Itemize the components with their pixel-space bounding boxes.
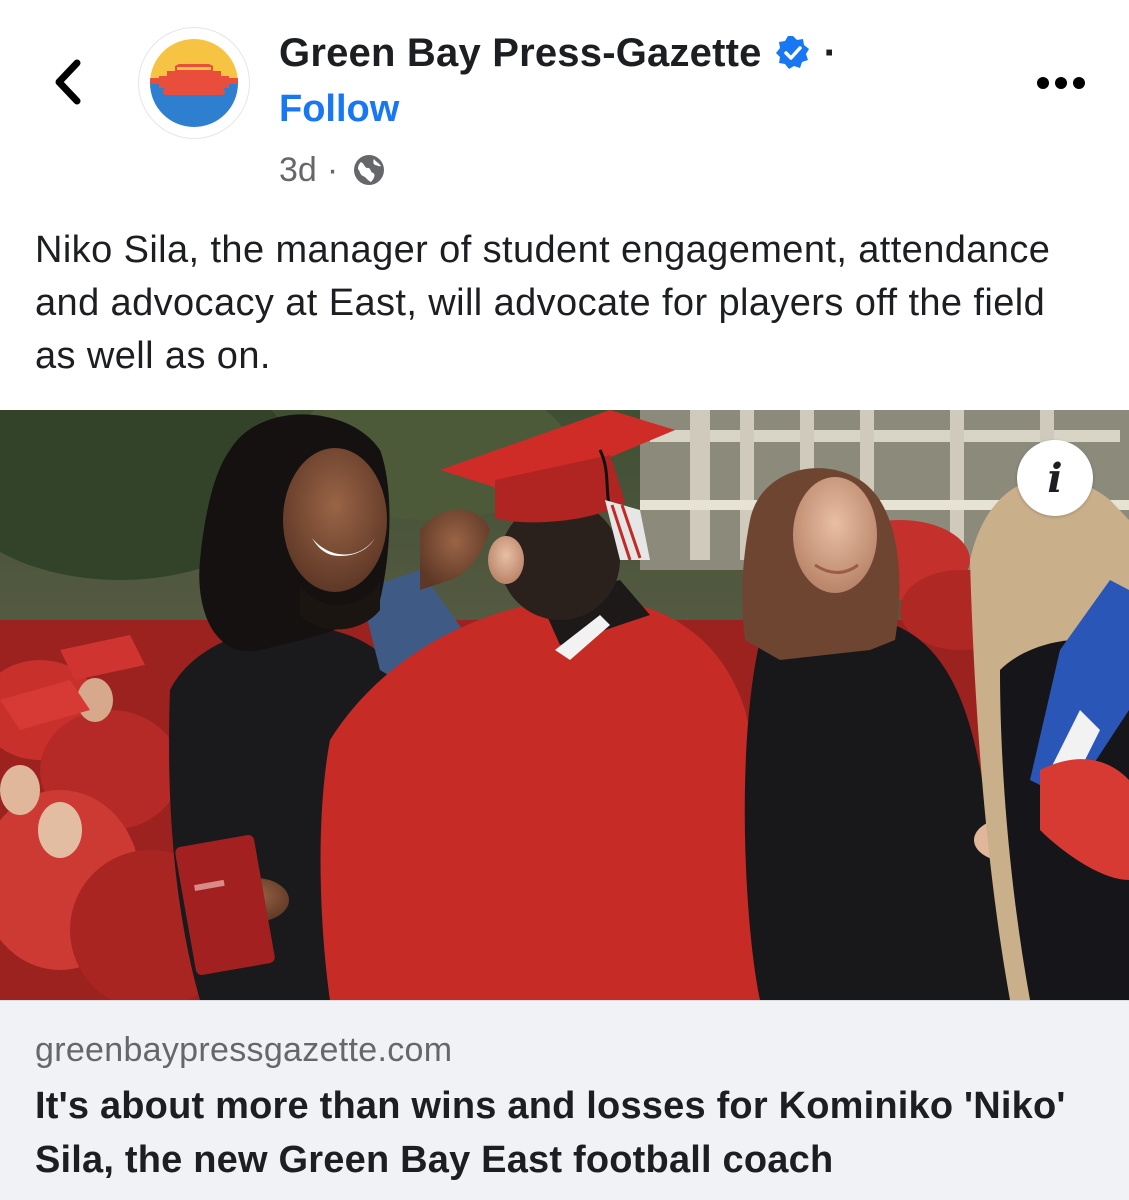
more-horizontal-icon xyxy=(1037,77,1085,89)
globe-icon xyxy=(352,153,386,187)
chevron-left-icon xyxy=(55,59,81,105)
facebook-post: Green Bay Press-Gazette · Follow 3d · Ni… xyxy=(0,0,1129,1200)
info-button[interactable]: i xyxy=(1017,440,1093,516)
post-timestamp[interactable]: 3d xyxy=(279,151,317,190)
follow-button[interactable]: Follow xyxy=(279,88,399,131)
post-text: Niko Sila, the manager of student engage… xyxy=(35,229,1051,377)
link-domain: greenbaypressgazette.com xyxy=(35,1031,453,1069)
article-photo[interactable] xyxy=(0,410,1129,1000)
more-options-button[interactable] xyxy=(1026,58,1096,108)
back-button[interactable] xyxy=(38,50,98,114)
page-name-row: Green Bay Press-Gazette · xyxy=(279,26,837,80)
page-name[interactable]: Green Bay Press-Gazette xyxy=(279,31,762,76)
name-separator: · xyxy=(823,31,837,75)
link-title: It's about more than wins and losses for… xyxy=(35,1085,1066,1181)
post-meta: 3d · xyxy=(279,148,386,192)
verified-badge-icon xyxy=(774,34,812,72)
stadium-logo-icon xyxy=(150,39,238,127)
meta-separator: · xyxy=(326,150,339,189)
page-avatar[interactable] xyxy=(138,27,250,139)
link-preview[interactable]: greenbaypressgazette.com It's about more… xyxy=(0,1000,1129,1200)
